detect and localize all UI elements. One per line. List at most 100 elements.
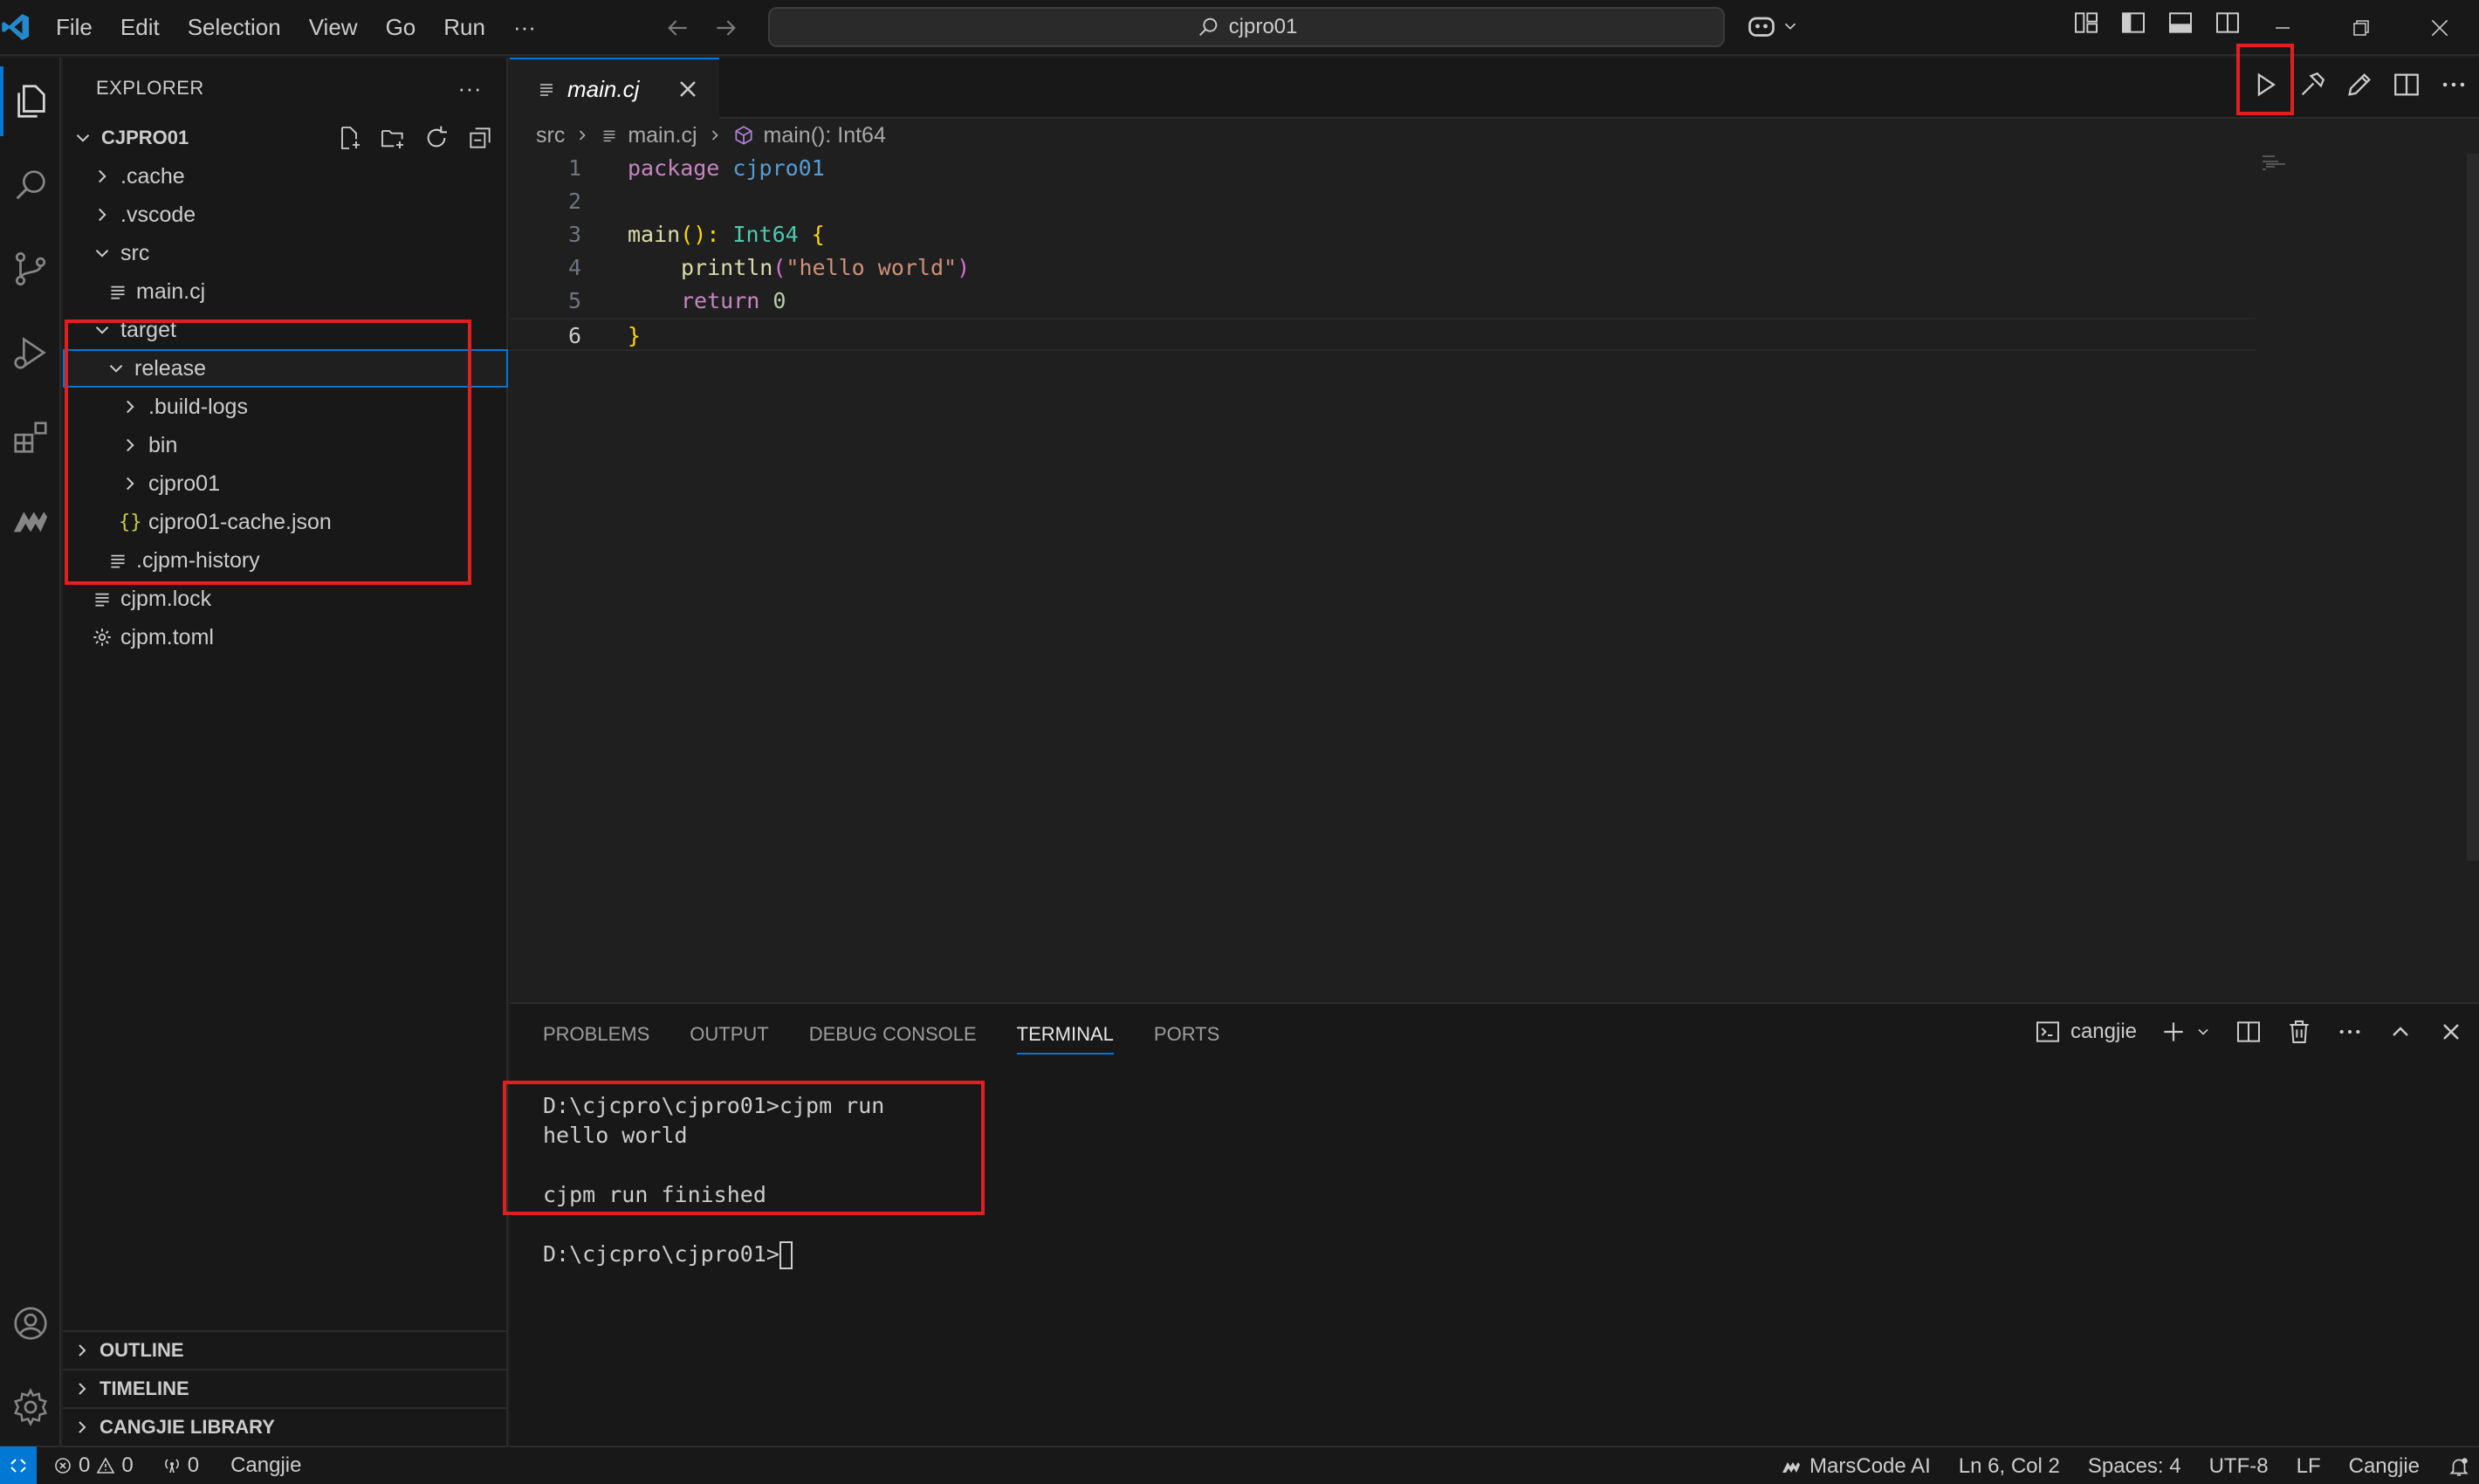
- close-window-button[interactable]: [2400, 0, 2479, 56]
- menu-file[interactable]: File: [42, 0, 106, 55]
- activity-extensions[interactable]: [0, 402, 61, 471]
- tree-item-release[interactable]: release: [63, 349, 508, 388]
- editor-scrollbar[interactable]: [2467, 154, 2479, 861]
- menu-view[interactable]: View: [295, 0, 372, 55]
- toggle-panel-icon[interactable]: [2167, 9, 2194, 37]
- tab-output[interactable]: OUTPUT: [690, 1004, 768, 1065]
- menu-go[interactable]: Go: [372, 0, 430, 55]
- problems-status[interactable]: 0 0: [52, 1453, 134, 1478]
- toggle-primary-sidebar-icon[interactable]: [2119, 9, 2147, 37]
- close-icon[interactable]: [2437, 1018, 2465, 1046]
- command-center-search[interactable]: cjpro01: [768, 7, 1725, 47]
- copilot-menu[interactable]: [1746, 10, 1800, 42]
- tab-debug-console[interactable]: DEBUG CONSOLE: [809, 1004, 977, 1065]
- menu-edit[interactable]: Edit: [106, 0, 174, 55]
- activity-source-control[interactable]: [0, 234, 61, 304]
- tree-item-cjpm-toml[interactable]: cjpm.toml: [63, 618, 508, 656]
- pencil-icon[interactable]: [2345, 70, 2374, 100]
- explorer-more-button[interactable]: ···: [458, 75, 482, 102]
- marscode-status[interactable]: MarsCode AI: [1778, 1454, 1931, 1479]
- line-content: main(): Int64 {: [628, 218, 825, 251]
- breadcrumb-file[interactable]: main.cj: [628, 123, 697, 148]
- file-lines-icon: [111, 285, 125, 299]
- chevron-down-icon[interactable]: [2194, 1023, 2212, 1041]
- remote-indicator[interactable]: [0, 1446, 37, 1484]
- title-bar: File Edit Selection View Go Run ··· cjpr…: [0, 0, 2479, 56]
- tab-ports[interactable]: PORTS: [1154, 1004, 1219, 1065]
- activity-run-debug[interactable]: [0, 318, 61, 388]
- new-folder-icon[interactable]: [379, 124, 407, 152]
- section-outline[interactable]: OUTLINE: [63, 1330, 508, 1369]
- chevron-right-icon: [711, 130, 718, 141]
- collapse-all-icon[interactable]: [466, 124, 494, 152]
- search-text: cjpro01: [1228, 15, 1298, 38]
- cursor-position[interactable]: Ln 6, Col 2: [1959, 1454, 2060, 1479]
- terminal-output[interactable]: D:\cjcpro\cjpro01>cjpm run hello world cjp…: [543, 1091, 884, 1269]
- split-editor-icon[interactable]: [2392, 70, 2421, 100]
- close-icon[interactable]: [674, 75, 702, 103]
- activity-manage[interactable]: [0, 1372, 61, 1442]
- chevron-down-icon: [1784, 23, 1796, 30]
- tab-problems[interactable]: PROBLEMS: [543, 1004, 649, 1065]
- gear-icon: [93, 629, 111, 646]
- minimize-button[interactable]: [2243, 0, 2322, 56]
- tab-main-cj[interactable]: main.cj: [510, 58, 719, 119]
- toggle-secondary-sidebar-icon[interactable]: [2214, 9, 2242, 37]
- section-cangjie-library[interactable]: CANGJIE LIBRARY: [63, 1407, 508, 1446]
- breadcrumb-symbol[interactable]: main(): Int64: [764, 123, 886, 148]
- tree-item-label: .vscode: [120, 202, 196, 227]
- tree-item-vscode[interactable]: .vscode: [63, 196, 508, 234]
- menu-run[interactable]: Run: [429, 0, 499, 55]
- line-number: 4: [567, 255, 581, 280]
- refresh-icon[interactable]: [422, 124, 450, 152]
- activity-explorer[interactable]: [0, 66, 61, 136]
- language-status-left[interactable]: Cangjie: [230, 1453, 301, 1478]
- bell-icon[interactable]: [2448, 1455, 2470, 1478]
- tab-terminal[interactable]: TERMINAL: [1016, 1004, 1115, 1065]
- ports-status[interactable]: 0: [161, 1453, 199, 1478]
- breadcrumb-folder[interactable]: src: [536, 123, 565, 148]
- menu-selection[interactable]: Selection: [174, 0, 295, 55]
- language-mode[interactable]: Cangjie: [2349, 1454, 2420, 1479]
- terminal-selector[interactable]: cangjie: [2034, 1018, 2137, 1046]
- split-terminal-icon[interactable]: [2235, 1018, 2263, 1046]
- project-root[interactable]: CJPRO01: [63, 119, 508, 157]
- activity-search[interactable]: [0, 150, 61, 220]
- minimap[interactable]: [2263, 154, 2315, 180]
- tree-item-src[interactable]: src: [63, 234, 508, 272]
- section-timeline[interactable]: TIMELINE: [63, 1369, 508, 1407]
- tree-item-cjpro01[interactable]: cjpro01: [63, 464, 508, 503]
- menu-more[interactable]: ···: [499, 0, 550, 55]
- menu-bar: File Edit Selection View Go Run ···: [42, 0, 550, 55]
- editor-area: main.cj src main.cj main(): Int64 1 pack…: [510, 58, 2479, 1000]
- tree-item-label: release: [134, 355, 206, 381]
- restore-button[interactable]: [2322, 0, 2400, 56]
- new-file-icon[interactable]: [335, 124, 363, 152]
- terminal-prompt-line: D:\cjcpro\cjpro01>: [543, 1240, 884, 1269]
- maximize-panel-icon[interactable]: [2386, 1018, 2414, 1046]
- trash-icon[interactable]: [2285, 1018, 2313, 1046]
- activity-marscode[interactable]: [0, 485, 61, 555]
- file-lines-icon: [540, 84, 553, 96]
- activity-accounts[interactable]: [0, 1288, 61, 1358]
- customize-layout-icon[interactable]: [2072, 9, 2100, 37]
- more-icon[interactable]: [2336, 1018, 2364, 1046]
- eol-status[interactable]: LF: [2297, 1454, 2321, 1479]
- tree-item-main-cj[interactable]: main.cj: [63, 272, 508, 311]
- more-icon[interactable]: [2439, 70, 2469, 100]
- build-hammer-icon[interactable]: [2297, 70, 2327, 100]
- new-terminal-icon[interactable]: [2160, 1018, 2187, 1046]
- run-icon[interactable]: [2250, 70, 2280, 100]
- terminal-name: cangjie: [2070, 1020, 2137, 1043]
- tree-item-cjpm-lock[interactable]: cjpm.lock: [63, 580, 508, 618]
- tree-item-cache[interactable]: .cache: [63, 157, 508, 196]
- arrow-left-icon[interactable]: [663, 14, 691, 42]
- tree-item-target[interactable]: target: [63, 311, 508, 349]
- encoding-status[interactable]: UTF-8: [2209, 1454, 2269, 1479]
- tree-item-cache-json[interactable]: {} cjpro01-cache.json: [63, 503, 508, 541]
- indentation-status[interactable]: Spaces: 4: [2088, 1454, 2181, 1479]
- tree-item-cjpm-history[interactable]: .cjpm-history: [63, 541, 508, 580]
- tree-item-bin[interactable]: bin: [63, 426, 508, 464]
- arrow-right-icon[interactable]: [712, 14, 740, 42]
- tree-item-build-logs[interactable]: .build-logs: [63, 388, 508, 426]
